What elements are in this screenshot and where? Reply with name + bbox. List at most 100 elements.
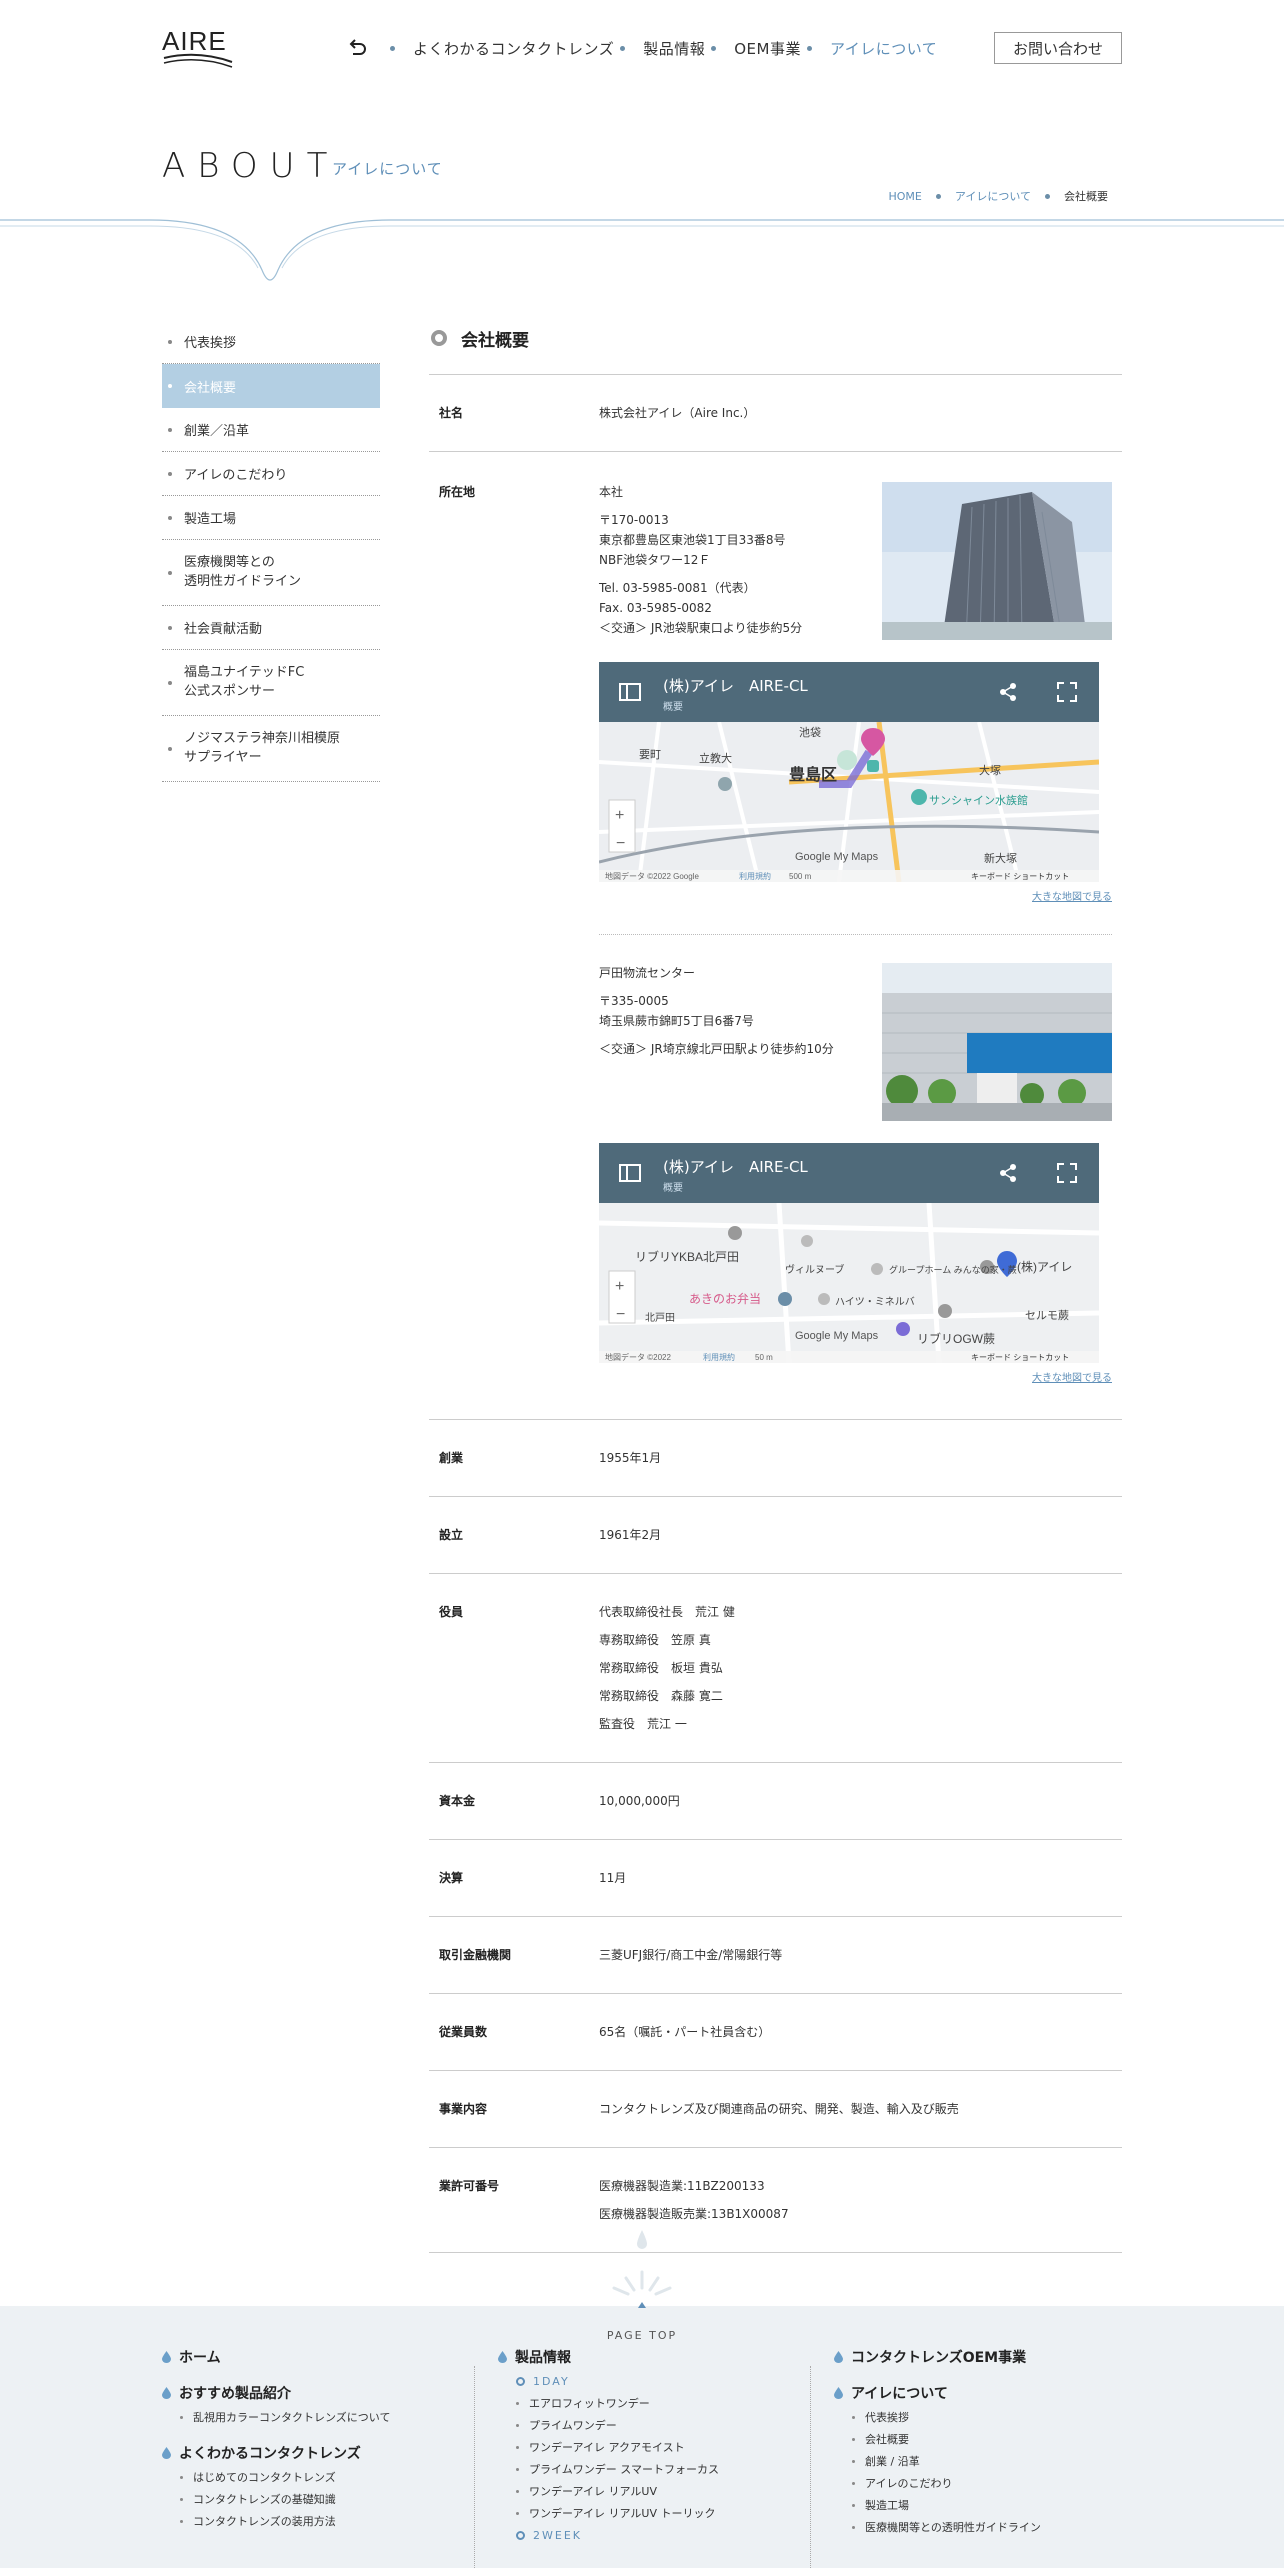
sidebar-item-factory[interactable]: 製造工場 <box>162 496 380 540</box>
footer-category-1day[interactable]: 1DAY <box>498 2370 719 2392</box>
dc-addr: 埼玉県蕨市錦町5丁目6番7号 <box>599 1014 754 1028</box>
zoom-in-icon[interactable]: + <box>615 807 624 824</box>
footer-sublink[interactable]: コンタクトレンズの基礎知識 <box>162 2488 390 2510</box>
decorative-wave-divider <box>0 219 1284 281</box>
footer-link-products[interactable]: 製品情報 <box>498 2346 719 2368</box>
footer-sublink[interactable]: コンタクトレンズの装用方法 <box>162 2510 390 2532</box>
hq-fax: Fax. 03-5985-0082 <box>599 601 712 615</box>
zoom-in-icon[interactable]: + <box>615 1278 624 1295</box>
sidebar-item-history[interactable]: 創業／沿革 <box>162 408 380 452</box>
aire-logo[interactable]: AIRE <box>162 28 234 68</box>
footer-sublink[interactable]: 製造工場 <box>834 2494 1041 2516</box>
zoom-out-icon[interactable]: − <box>616 1306 625 1323</box>
row-label: 社名 <box>439 406 464 420</box>
bullet-dot <box>168 746 172 751</box>
nav-contact-lens-guide[interactable]: よくわかるコンタクトレンズ <box>413 38 614 59</box>
footer-sublink[interactable]: 医療機関等との透明性ガイドライン <box>834 2516 1041 2538</box>
fullscreen-icon[interactable] <box>1057 1163 1077 1183</box>
map-terms-link[interactable]: 利用規約 <box>703 1352 735 1362</box>
footer-sublink-label: 乱視用カラーコンタクトレンズについて <box>193 2411 391 2424</box>
map-terms-link[interactable]: 利用規約 <box>739 871 771 881</box>
map-info-label[interactable]: 概要 <box>663 698 683 718</box>
breadcrumb-about[interactable]: アイレについて <box>955 188 1031 204</box>
footer-sublink[interactable]: プライムワンデー <box>498 2414 719 2436</box>
view-larger-map-link[interactable]: 大きな地図で見る <box>599 1369 1112 1389</box>
footer-link-recommend[interactable]: おすすめ製品紹介 <box>162 2382 390 2404</box>
ring-icon <box>516 2530 525 2540</box>
footer-sublink[interactable]: 乱視用カラーコンタクトレンズについて <box>162 2406 390 2428</box>
row-label: 従業員数 <box>439 2025 488 2039</box>
map-scale: 500 m <box>789 872 812 881</box>
dc-name: 戸田物流センター <box>599 966 696 980</box>
footer-sublink[interactable]: ワンデーアイレ リアルUV トーリック <box>498 2502 719 2524</box>
footer-sublink-label: コンタクトレンズの基礎知識 <box>193 2493 336 2506</box>
sidebar-toggle-icon[interactable] <box>619 1163 641 1183</box>
sidebar-item-company-profile[interactable]: 会社概要 <box>162 364 380 408</box>
map-header: (株)アイレ AIRE-CL 概要 <box>599 662 1099 722</box>
sidebar-item-transparency-guideline[interactable]: 医療機関等との 透明性ガイドライン <box>162 540 380 606</box>
footer-sublink[interactable]: 会社概要 <box>834 2428 1041 2450</box>
footer-sublink[interactable]: プライムワンデー スマートフォーカス <box>498 2458 719 2480</box>
page-top-label: PAGE TOP <box>606 2329 678 2342</box>
return-arrow-icon[interactable] <box>344 35 370 61</box>
footer-link-oem[interactable]: コンタクトレンズOEM事業 <box>834 2346 1041 2368</box>
dc-map-embed[interactable]: (株)アイレ AIRE-CL 概要 リブリYKBA北戸田 ヴィルヌーブ グループ… <box>599 1143 1099 1363</box>
sidebar-item-greeting[interactable]: 代表挨拶 <box>162 320 380 364</box>
map-label-kanamecho: 要町 <box>639 748 661 761</box>
page-top-button[interactable]: PAGE TOP <box>592 2222 692 2342</box>
zoom-out-icon[interactable]: − <box>616 835 625 852</box>
map-keyboard-shortcuts[interactable]: キーボード ショートカット <box>971 872 1069 881</box>
footer-heading: おすすめ製品紹介 <box>179 2386 291 2402</box>
row-label: 業許可番号 <box>439 2179 500 2193</box>
dc-map-image[interactable]: リブリYKBA北戸田 ヴィルヌーブ グループホーム みんなの家・蕨 あきのお弁当… <box>599 1203 1099 1363</box>
footer-category-2week[interactable]: 2WEEK <box>498 2524 719 2546</box>
sidebar-item-label: アイレのこだわり <box>184 468 288 483</box>
hq-building-photo <box>882 482 1112 640</box>
hq-map-embed[interactable]: (株)アイレ AIRE-CL 概要 豊島区 池袋 サンシャイン水族館 大塚 新大… <box>599 662 1099 882</box>
map-label-shin-otsuka: 新大塚 <box>984 851 1017 865</box>
page-subtitle: アイレについて <box>332 160 443 178</box>
row-value: 代表取締役社長 荒江 健 専務取締役 笠原 真 常務取締役 板垣 貴弘 常務取締… <box>599 1598 1122 1738</box>
sidebar-item-fukushima-sponsor[interactable]: 福島ユナイテッドFC 公式スポンサー <box>162 650 380 716</box>
breadcrumb: HOME アイレについて 会社概要 <box>889 188 1109 204</box>
footer-sublink[interactable]: 創業 / 沿革 <box>834 2450 1041 2472</box>
footer-sublink[interactable]: エアロフィットワンデー <box>498 2392 719 2414</box>
sidebar-toggle-icon[interactable] <box>619 682 641 702</box>
section-heading: 会社概要 <box>429 320 1122 356</box>
footer-link-home[interactable]: ホーム <box>162 2346 390 2368</box>
map-keyboard-shortcuts[interactable]: キーボード ショートカット <box>971 1353 1069 1362</box>
sidebar-item-label: 創業／沿革 <box>184 424 250 439</box>
nav-products[interactable]: 製品情報 <box>643 38 705 59</box>
bullet-dot <box>180 2415 183 2419</box>
map-brand: Google My Maps <box>795 1330 879 1342</box>
company-info-table: 社名 株式会社アイレ（Aire Inc.） 所在地 本社 〒170-0013 東… <box>429 374 1122 2253</box>
map-label-ikebukuro: 池袋 <box>799 725 821 739</box>
share-icon[interactable] <box>999 1163 1017 1183</box>
map-attribution: 地図データ ©2022 <box>605 1352 671 1362</box>
map-info-label[interactable]: 概要 <box>663 1179 683 1199</box>
share-icon[interactable] <box>999 682 1017 702</box>
nav-oem[interactable]: OEM事業 <box>734 38 801 59</box>
footer-sublink[interactable]: ワンデーアイレ アクアモイスト <box>498 2436 719 2458</box>
fullscreen-icon[interactable] <box>1057 682 1077 702</box>
breadcrumb-home[interactable]: HOME <box>889 190 922 203</box>
footer-sublink[interactable]: ワンデーアイレ リアルUV <box>498 2480 719 2502</box>
hq-map-image[interactable]: 豊島区 池袋 サンシャイン水族館 大塚 新大塚 立教大 要町 + − Googl… <box>599 722 1099 882</box>
bullet-dot <box>168 515 172 520</box>
distribution-center-location: 戸田物流センター 〒335-0005 埼玉県蕨市錦町5丁目6番7号 ＜交通＞ J… <box>599 963 1112 1121</box>
view-larger-map-link[interactable]: 大きな地図で見る <box>599 888 1112 908</box>
footer-category-label: 1DAY <box>533 2374 570 2388</box>
footer-sublink[interactable]: アイレのこだわり <box>834 2472 1041 2494</box>
sidebar-item-nojima-supplier[interactable]: ノジマステラ神奈川相模原 サプライヤー <box>162 716 380 782</box>
row-value: 1955年1月 <box>599 1451 662 1465</box>
bullet-dot <box>180 2475 183 2479</box>
contact-button[interactable]: お問い合わせ <box>994 32 1122 64</box>
footer-link-about[interactable]: アイレについて <box>834 2382 1041 2404</box>
nav-about[interactable]: アイレについて <box>830 38 937 59</box>
footer-link-guide[interactable]: よくわかるコンタクトレンズ <box>162 2442 390 2464</box>
footer-sublink[interactable]: はじめてのコンタクトレンズ <box>162 2466 390 2488</box>
sidebar-item-commitment[interactable]: アイレのこだわり <box>162 452 380 496</box>
page-title: ABOUT <box>162 146 340 186</box>
footer-sublink[interactable]: 代表挨拶 <box>834 2406 1041 2428</box>
sidebar-item-social-contribution[interactable]: 社会貢献活動 <box>162 606 380 650</box>
